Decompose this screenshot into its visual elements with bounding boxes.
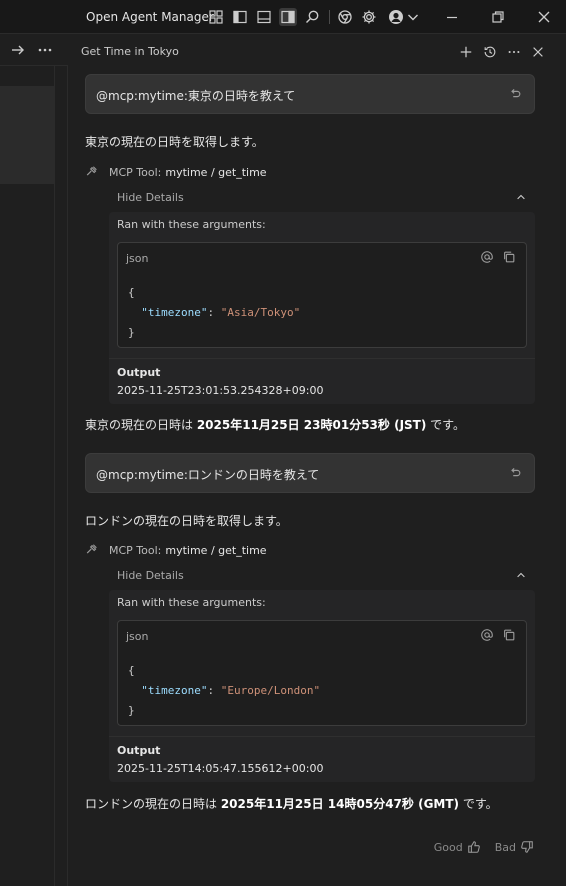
answer-suffix: です。 [426,418,465,432]
undo-icon[interactable] [508,466,522,480]
json-code: { "timezone": "Asia/Tokyo" } [128,286,301,339]
user-message-text: @mcp:mytime:東京の日時を教えて [96,89,296,103]
minimize-icon[interactable] [443,8,461,26]
answer-prefix: ロンドンの現在の日時は [85,797,221,811]
user-message[interactable]: @mcp:mytime:ロンドンの日時を教えて [85,453,535,493]
mention-icon[interactable] [480,628,494,642]
gear-icon[interactable] [360,8,378,26]
assistant-answer: ロンドンの現在の日時は 2025年11月25日 14時05分47秒 (GMT) … [85,795,498,812]
user-message[interactable]: @mcp:mytime:東京の日時を教えて [85,74,535,114]
bad-label: Bad [494,840,516,854]
arguments-label: Ran with these arguments: [117,596,266,609]
thumbs-down-icon [521,841,533,853]
thumbs-up-icon [467,841,480,853]
mention-icon[interactable] [480,250,494,264]
output-value: 2025-11-25T14:05:47.155612+00:00 [117,762,324,775]
json-brace-open: { [128,664,135,677]
tool-invocation: MCP Tool: mytime / get_time [85,542,267,558]
tool-label: MCP Tool: [109,165,162,179]
toggle-primary-sidebar-icon[interactable] [231,8,249,26]
answer-datetime: 2025年11月25日 14時05分47秒 (GMT) [220,797,460,811]
app-title: Open Agent Manager [86,10,214,24]
copy-icon[interactable] [502,628,516,642]
bad-feedback-button[interactable]: Bad [495,840,534,854]
restore-icon[interactable] [489,8,507,26]
assistant-intro: 東京の現在の日時を取得します。 [85,135,264,149]
output-label: Output [117,744,161,757]
chrome-icon[interactable] [336,8,354,26]
answer-prefix: 東京の現在の日時は [85,418,197,432]
output-value: 2025-11-25T23:01:53.254328+09:00 [117,384,324,397]
details-divider [109,358,535,359]
undo-icon[interactable] [508,87,522,101]
details-divider [109,736,535,737]
good-feedback-button[interactable]: Good [434,840,481,854]
code-block: json { "timezone": "Europe/London" } [117,620,527,726]
chevron-up-icon[interactable] [515,191,527,203]
json-code: { "timezone": "Europe/London" } [128,664,321,717]
history-icon[interactable] [482,44,498,60]
tool-details: Ran with these arguments: json { "timezo… [109,590,535,782]
titlebar-separator [329,10,330,24]
hide-details-toggle[interactable]: Hide Details [109,188,535,208]
chat-panel-header: Get Time in Tokyo [69,34,566,68]
hide-details-label: Hide Details [117,569,184,582]
tool-label: MCP Tool: [109,543,162,557]
tool-invocation: MCP Tool: mytime / get_time [85,164,267,180]
editor-area [0,34,68,886]
json-brace-close: } [128,326,135,339]
toggle-secondary-sidebar-icon[interactable] [279,8,297,26]
feedback-bar: Good Bad [434,840,534,854]
tool-name: mytime / get_time [165,165,267,179]
answer-suffix: です。 [459,797,498,811]
assistant-answer: 東京の現在の日時は 2025年11月25日 23時01分53秒 (JST) です… [85,416,465,433]
more-options-icon[interactable] [506,44,522,60]
close-window-icon[interactable] [535,8,553,26]
new-chat-icon[interactable] [458,44,474,60]
hammer-icon [86,544,97,554]
tool-details: Ran with these arguments: json { "timezo… [109,212,535,404]
json-key: "timezone" [141,684,208,697]
hide-details-label: Hide Details [117,191,184,204]
arrow-right-icon[interactable] [10,42,26,62]
editor-selection-block [0,86,54,184]
chevron-down-icon[interactable] [404,8,422,26]
hide-details-toggle[interactable]: Hide Details [109,566,535,586]
code-language: json [126,630,149,643]
close-panel-icon[interactable] [530,44,546,60]
chat-panel: Get Time in Tokyo @mcp:mytime:東京の日時を教えて … [69,34,566,886]
json-brace-open: { [128,286,135,299]
editor-toolbar [0,34,68,66]
layout-grid-icon[interactable] [207,8,225,26]
output-label: Output [117,366,161,379]
chat-title: Get Time in Tokyo [81,45,179,58]
title-bar: Open Agent Manager [0,0,566,34]
user-message-text: @mcp:mytime:ロンドンの日時を教えて [96,468,320,482]
toggle-panel-icon[interactable] [255,8,273,26]
more-actions-icon[interactable] [37,42,53,62]
code-block: json { "timezone": "Asia/Tokyo" } [117,242,527,348]
json-value: "Europe/London" [220,684,321,697]
account-avatar-icon[interactable] [387,8,405,26]
code-language: json [126,252,149,265]
assistant-intro: ロンドンの現在の日時を取得します。 [85,514,288,528]
hammer-icon [86,166,97,176]
tool-name: mytime / get_time [165,543,267,557]
json-brace-close: } [128,704,135,717]
good-label: Good [433,840,463,854]
copy-icon[interactable] [502,250,516,264]
search-icon[interactable] [303,8,321,26]
chevron-up-icon[interactable] [515,569,527,581]
answer-datetime: 2025年11月25日 23時01分53秒 (JST) [196,418,427,432]
json-value: "Asia/Tokyo" [220,306,301,319]
editor-divider [54,66,55,886]
arguments-label: Ran with these arguments: [117,218,266,231]
json-key: "timezone" [141,306,208,319]
